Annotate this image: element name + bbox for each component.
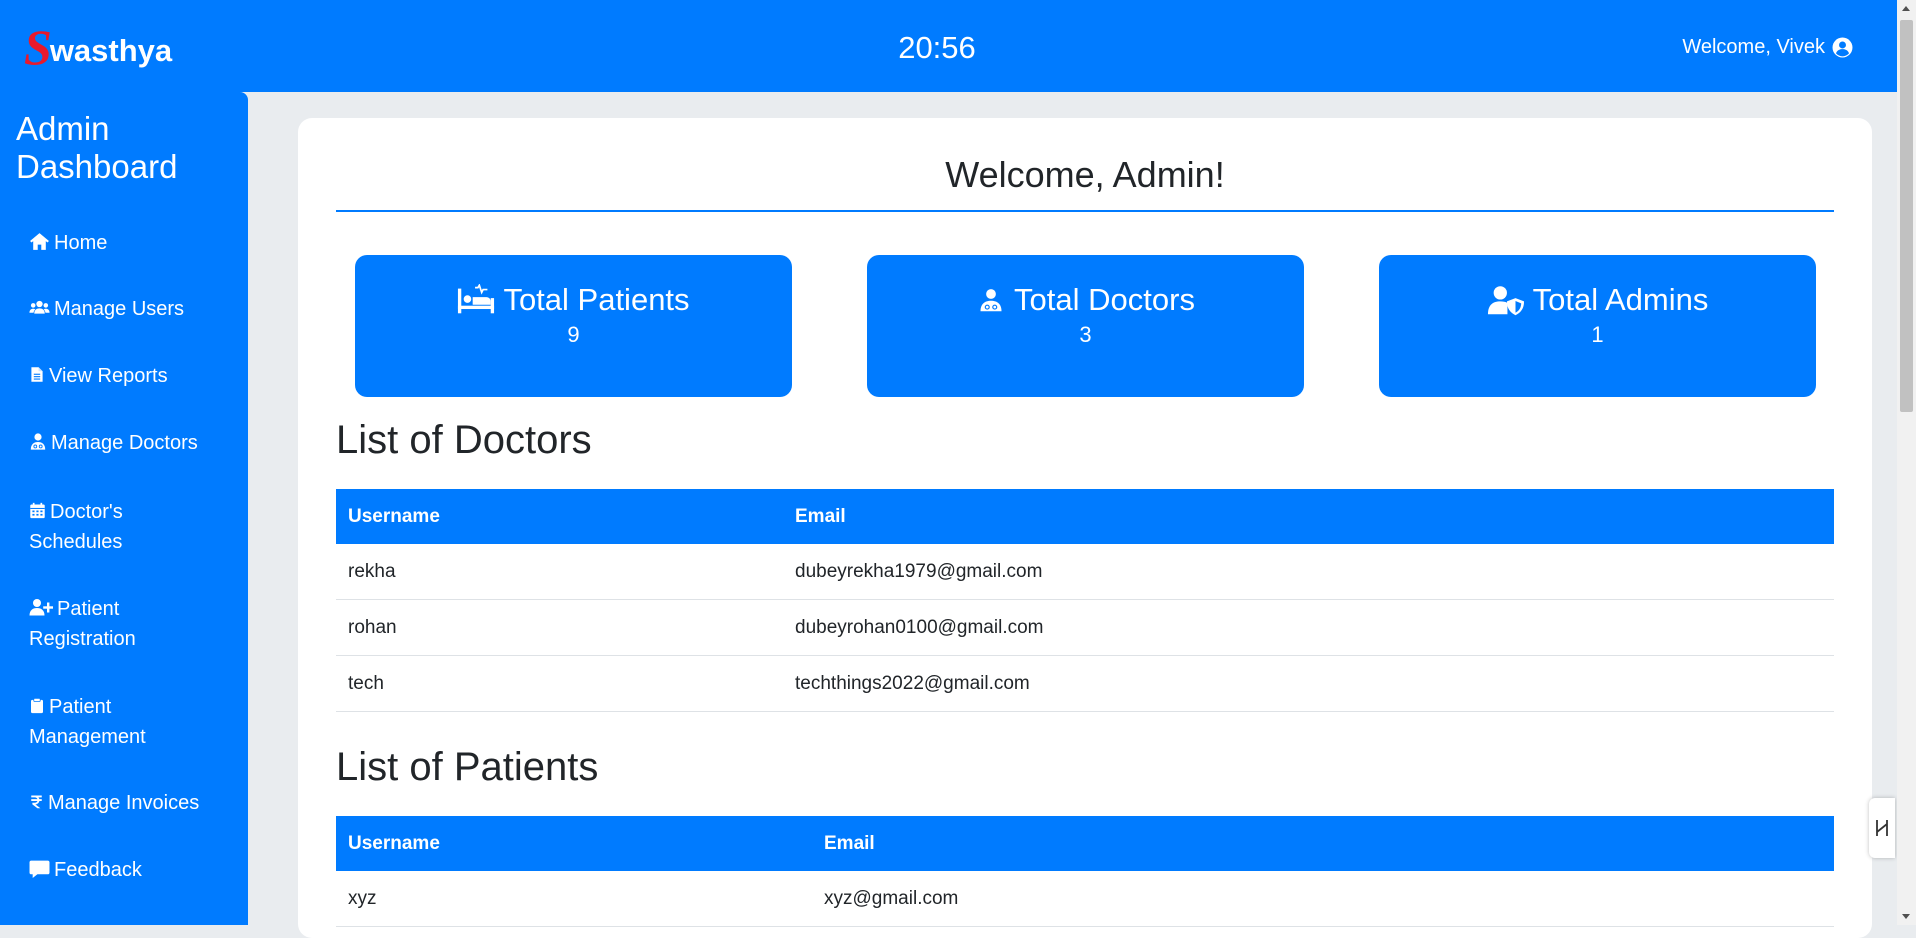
- table-header-row: Username Email: [336, 489, 1834, 544]
- user-plus-icon: [29, 599, 54, 616]
- email-cell: xyz@gmail.com: [812, 871, 1834, 927]
- side-panel-toggle[interactable]: [1869, 798, 1895, 858]
- sidebar-item-view-reports[interactable]: View Reports: [29, 361, 239, 391]
- email-cell: dubeyrekha1979@gmail.com: [783, 544, 1834, 600]
- table-row[interactable]: rekha dubeyrekha1979@gmail.com: [336, 544, 1834, 600]
- stat-value: 1: [1591, 322, 1604, 347]
- stat-card-admins[interactable]: Total Admins 1: [1379, 255, 1816, 397]
- doctors-table: Username Email rekha dubeyrekha1979@gmai…: [336, 489, 1834, 712]
- doctor-icon: [30, 433, 46, 450]
- clock-display: 20:56: [898, 30, 976, 65]
- email-cell: dubeyrohan0100@gmail.com: [783, 599, 1834, 656]
- bed-icon: [458, 284, 495, 314]
- sidebar-title: Admin Dashboard: [16, 110, 178, 185]
- scrollbar-thumb[interactable]: [1900, 20, 1913, 412]
- stat-card-patients[interactable]: Total Patients 9: [355, 255, 792, 397]
- rupee-icon: [31, 795, 42, 809]
- patients-table: Username Email xyz xyz@gmail.com: [336, 816, 1834, 927]
- home-icon: [30, 233, 49, 250]
- page-title: Welcome, Admin!: [945, 154, 1225, 195]
- title-divider: [336, 210, 1834, 212]
- stat-label: Total Patients: [503, 282, 690, 317]
- user-circle-icon: [1832, 37, 1853, 58]
- users-icon: [29, 300, 50, 314]
- stat-card-doctors[interactable]: Total Doctors 3: [867, 255, 1304, 397]
- patients-heading: List of Patients: [336, 745, 599, 789]
- username-cell: rohan: [336, 599, 783, 656]
- column-header-email: Email: [783, 489, 1834, 544]
- scroll-down-arrow-icon[interactable]: [1902, 914, 1910, 919]
- user-shield-icon: [1487, 286, 1524, 316]
- stat-value: 3: [1079, 322, 1092, 347]
- sidebar-item-feedback[interactable]: Feedback: [29, 855, 239, 885]
- sidebar-item-doctor-schedules[interactable]: Doctor's Schedules: [29, 497, 239, 557]
- username-cell: tech: [336, 655, 783, 712]
- vertical-scrollbar[interactable]: [1897, 0, 1916, 925]
- username-cell: rekha: [336, 544, 783, 600]
- welcome-text: Welcome, Vivek: [1682, 36, 1825, 58]
- clipboard-icon: [31, 697, 43, 714]
- stat-label: Total Doctors: [1014, 282, 1195, 317]
- stat-label: Total Admins: [1532, 282, 1709, 317]
- username-cell: xyz: [336, 871, 812, 927]
- user-menu[interactable]: Welcome, Vivek: [1682, 36, 1853, 59]
- sidebar-item-patient-management[interactable]: Patient Management: [29, 692, 239, 752]
- column-header-username: Username: [336, 816, 812, 871]
- doctor-icon: [980, 289, 1002, 312]
- stat-value: 9: [567, 322, 580, 347]
- resize-handle-icon: [1876, 820, 1888, 836]
- table-header-row: Username Email: [336, 816, 1834, 871]
- doctors-heading: List of Doctors: [336, 418, 592, 462]
- table-row[interactable]: tech techthings2022@gmail.com: [336, 655, 1834, 712]
- sidebar-item-manage-doctors[interactable]: Manage Doctors: [29, 428, 239, 458]
- top-navbar: Swasthya 20:56 Welcome, Vivek: [0, 0, 1897, 92]
- sidebar-item-home[interactable]: Home: [29, 228, 239, 258]
- calendar-icon: [30, 502, 45, 519]
- sidebar-item-manage-invoices[interactable]: Manage Invoices: [29, 788, 239, 818]
- sidebar-item-manage-users[interactable]: Manage Users: [29, 294, 239, 324]
- column-header-email: Email: [812, 816, 1834, 871]
- scroll-up-arrow-icon[interactable]: [1902, 6, 1910, 11]
- table-row[interactable]: xyz xyz@gmail.com: [336, 871, 1834, 927]
- table-row[interactable]: rohan dubeyrohan0100@gmail.com: [336, 599, 1834, 656]
- file-icon: [31, 367, 43, 382]
- comment-icon: [29, 860, 50, 878]
- column-header-username: Username: [336, 489, 783, 544]
- sidebar-item-patient-registration[interactable]: Patient Registration: [29, 594, 239, 654]
- email-cell: techthings2022@gmail.com: [783, 655, 1834, 712]
